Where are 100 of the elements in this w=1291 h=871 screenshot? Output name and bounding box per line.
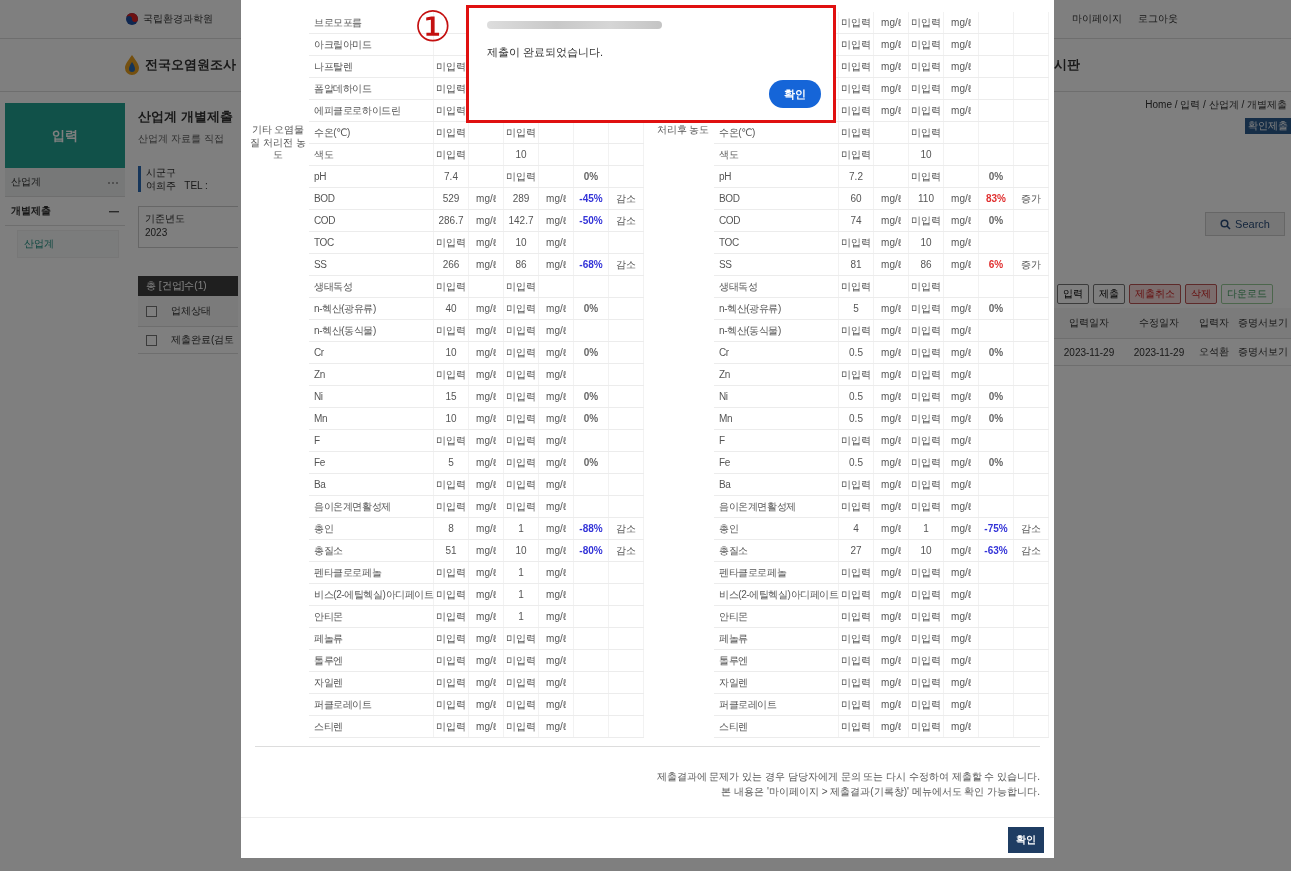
value-cell: 15 [434, 386, 469, 407]
checkbox[interactable] [146, 305, 157, 317]
value-cell: 미입력 [434, 276, 469, 297]
unit-cell: mg/ℓ [874, 232, 909, 253]
unit-cell: mg/ℓ [944, 298, 979, 319]
unit-cell: mg/ℓ [944, 606, 979, 627]
change-rate: -63% [979, 540, 1014, 561]
unit-cell: mg/ℓ [539, 628, 574, 649]
table-cell-text: 2023-11-29 [1132, 345, 1186, 360]
unit-cell: mg/ℓ [874, 210, 909, 231]
pollutant-name: Cr [714, 342, 839, 363]
unit-cell: mg/ℓ [944, 232, 979, 253]
value-cell: 1 [504, 518, 539, 539]
pollutant-name: F [309, 430, 434, 451]
pollutant-name: 생태독성 [714, 276, 839, 297]
value-cell: 미입력 [839, 276, 874, 297]
value-cell: 미입력 [839, 12, 874, 33]
unit-cell: mg/ℓ [539, 584, 574, 605]
value-cell: 미입력 [909, 408, 944, 429]
user-link[interactable]: 마이페이지 [1072, 12, 1122, 26]
unit-cell: mg/ℓ [539, 474, 574, 495]
value-cell: 미입력 [504, 386, 539, 407]
action-button[interactable]: 삭제 [1185, 284, 1217, 304]
unit-cell: mg/ℓ [469, 606, 504, 627]
unit-cell: mg/ℓ [539, 562, 574, 583]
unit-cell: mg/ℓ [469, 496, 504, 517]
value-cell: 미입력 [839, 606, 874, 627]
unit-cell: mg/ℓ [874, 540, 909, 561]
confirm-button[interactable]: 확인 [1008, 827, 1044, 853]
value-cell: 미입력 [909, 12, 944, 33]
value-cell: 10 [504, 232, 539, 253]
pollutant-name: 수온(℃) [309, 122, 434, 143]
unit-cell: mg/ℓ [944, 474, 979, 495]
water-drop-logo-icon [124, 55, 140, 75]
value-cell: 미입력 [909, 496, 944, 517]
value-cell: 27 [839, 540, 874, 561]
value-cell: 미입력 [909, 342, 944, 363]
value-cell: 미입력 [839, 562, 874, 583]
value-cell: 0.5 [839, 408, 874, 429]
checkbox[interactable] [146, 334, 157, 346]
value-cell: 미입력 [434, 606, 469, 627]
user-link[interactable]: 로그아웃 [1138, 12, 1178, 26]
value-cell: 미입력 [504, 364, 539, 385]
unit-cell: mg/ℓ [469, 518, 504, 539]
value-cell: 40 [434, 298, 469, 319]
unit-cell: mg/ℓ [944, 716, 979, 737]
unit-cell: mg/ℓ [944, 650, 979, 671]
unit-cell: mg/ℓ [944, 496, 979, 517]
unit-cell: mg/ℓ [539, 452, 574, 473]
unit-cell: mg/ℓ [874, 364, 909, 385]
action-button[interactable]: 제출 [1093, 284, 1125, 304]
value-cell: 미입력 [839, 474, 874, 495]
unit-cell: mg/ℓ [874, 342, 909, 363]
unit-cell: mg/ℓ [539, 232, 574, 253]
value-cell: 미입력 [909, 562, 944, 583]
unit-cell: mg/ℓ [944, 672, 979, 693]
pollutant-name: COD [309, 210, 434, 231]
unit-cell: mg/ℓ [874, 12, 909, 33]
trend-label: 감소 [609, 210, 644, 231]
unit-cell: mg/ℓ [944, 78, 979, 99]
pollutant-name: n-헥산(동식물) [714, 320, 839, 341]
unit-cell: mg/ℓ [539, 540, 574, 561]
unit-cell: mg/ℓ [539, 496, 574, 517]
site-title[interactable]: 전국오염원조사 [145, 56, 236, 74]
unit-cell: mg/ℓ [539, 694, 574, 715]
pollutant-name: 페놀류 [714, 628, 839, 649]
pollutant-name: 안티몬 [309, 606, 434, 627]
change-rate: -50% [574, 210, 609, 231]
value-cell: 미입력 [434, 430, 469, 451]
value-cell: 미입력 [909, 474, 944, 495]
pollutant-name: F [714, 430, 839, 451]
change-rate: 0% [979, 166, 1014, 187]
tel-label: TEL : [184, 180, 208, 191]
action-button[interactable]: 다운로드 [1221, 284, 1273, 304]
value-cell: 미입력 [504, 276, 539, 297]
table-row[interactable]: 제출완료(검토 [138, 327, 238, 354]
trend-label: 증가 [1014, 188, 1049, 209]
unit-cell: mg/ℓ [539, 210, 574, 231]
value-cell: 미입력 [504, 320, 539, 341]
action-button[interactable]: 제출취소 [1129, 284, 1181, 304]
unit-cell: mg/ℓ [539, 254, 574, 275]
ok-button[interactable]: 확인 [769, 80, 821, 108]
sidebar-item[interactable]: 산업계 [5, 168, 125, 197]
pollutant-name: Ba [714, 474, 839, 495]
value-cell: 미입력 [434, 716, 469, 737]
value-cell: 286.7 [434, 210, 469, 231]
unit-cell: mg/ℓ [874, 474, 909, 495]
value-cell: 미입력 [909, 694, 944, 715]
value-cell: 미입력 [434, 672, 469, 693]
action-button[interactable]: 입력 [1057, 284, 1089, 304]
unit-cell: mg/ℓ [469, 452, 504, 473]
sidebar-subitem[interactable]: 산업계 [17, 230, 119, 258]
board-menu-label[interactable]: 시판 [1054, 57, 1080, 72]
trend-label: 감소 [609, 188, 644, 209]
value-cell: 4 [839, 518, 874, 539]
unit-cell: mg/ℓ [469, 320, 504, 341]
pollutant-name: 톨루엔 [714, 650, 839, 671]
column-header: 입력일자 [1068, 316, 1110, 330]
search-button[interactable]: Search [1205, 212, 1285, 236]
unit-cell: mg/ℓ [469, 628, 504, 649]
